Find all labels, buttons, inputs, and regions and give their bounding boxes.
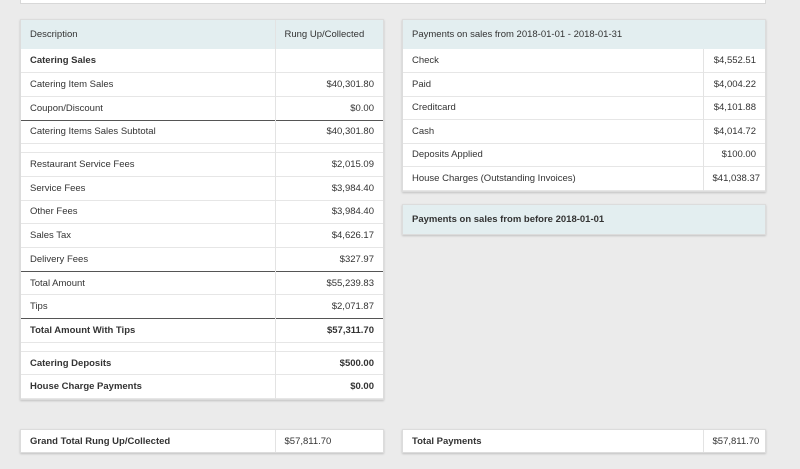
payment-label: Check [412,55,439,66]
grand-total-value: $57,811.70 [274,430,383,452]
payment-row: Paid $4,004.22 [403,72,765,96]
row-label: House Charge Payments [30,381,142,393]
table-row: Sales Tax $4,626.17 [21,223,383,248]
row-label: Catering Items Sales Subtotal [30,126,156,138]
payment-value: $4,101.88 [702,96,765,120]
header-description: Description [30,29,78,40]
payment-value: $4,014.72 [702,119,765,143]
table-header-row: Description Rung Up/Collected [21,20,383,49]
row-value: $4,626.17 [274,223,383,248]
row-value: $327.97 [274,247,383,272]
payment-value: $41,038.37 [702,166,765,190]
row-value: $57,311.70 [274,318,383,343]
payment-value: $100.00 [702,143,765,167]
table-row: House Charge Payments $0.00 [21,374,383,399]
grand-total-panel: Grand Total Rung Up/Collected $57,811.70 [20,429,384,453]
table-row: Restaurant Service Fees $2,015.09 [21,152,383,177]
table-row: Service Fees $3,984.40 [21,176,383,201]
table-row: Catering Items Sales Subtotal $40,301.80 [21,120,383,144]
row-value: $2,071.87 [274,294,383,319]
row-value: $0.00 [274,96,383,121]
row-label: Total Amount [30,277,85,289]
sales-summary-table: Description Rung Up/Collected Catering S… [21,20,383,399]
payment-value: $4,552.51 [702,49,765,73]
row-label: Tips [30,301,48,313]
table-row: Other Fees $3,984.40 [21,200,383,224]
payment-label: Creditcard [412,102,456,114]
payments-before-panel: Payments on sales from before 2018-01-01 [402,204,766,235]
row-label: Restaurant Service Fees [30,159,135,171]
total-payments-value: $57,811.70 [702,430,765,452]
payment-value: $4,004.22 [702,72,765,96]
row-label: Service Fees [30,182,86,194]
row-label: Total Amount With Tips [30,324,136,336]
row-label: Delivery Fees [30,253,89,265]
table-row: Tips $2,071.87 [21,294,383,319]
payments-current-table: Payments on sales from 2018-01-01 - 2018… [403,20,765,191]
payments-current-panel: Payments on sales from 2018-01-01 - 2018… [402,19,766,192]
spacer-cell [21,144,275,153]
row-value: $2,015.09 [274,152,383,177]
payment-row: Creditcard $4,101.88 [403,96,765,120]
row-label: Catering Sales [30,55,96,67]
grand-total-label: Grand Total Rung Up/Collected [30,435,171,447]
payment-row: Cash $4,014.72 [403,119,765,143]
row-value: $55,239.83 [274,271,383,295]
spacer-cell [274,143,383,153]
table-row: Catering Item Sales $40,301.80 [21,72,383,97]
row-value: $3,984.40 [274,176,383,201]
row-value: $40,301.80 [274,120,383,144]
payments-current-title: Payments on sales from 2018-01-01 - 2018… [412,29,623,40]
payments-before-title: Payments on sales from before 2018-01-01 [412,214,605,225]
payment-label: House Charges (Outstanding Invoices) [412,172,576,184]
row-label: Other Fees [30,206,78,218]
row-label: Catering Item Sales [30,79,114,91]
spacer-cell [21,342,275,351]
total-payments-panel: Total Payments $57,811.70 [402,429,766,453]
total-payments-label: Total Payments [412,435,482,447]
row-value: $500.00 [274,351,383,375]
table-row: Total Amount With Tips $57,311.70 [21,318,383,343]
sales-summary-panel: Description Rung Up/Collected Catering S… [20,19,384,401]
table-row: Catering Sales [21,49,383,73]
grand-total-row: Grand Total Rung Up/Collected $57,811.70 [21,430,383,452]
header-rung-up: Rung Up/Collected [274,20,383,49]
payment-row: House Charges (Outstanding Invoices) $41,… [403,166,765,190]
payment-row: Check $4,552.51 [403,49,765,73]
row-value: $40,301.80 [274,72,383,97]
payments-current-header: Payments on sales from 2018-01-01 - 2018… [403,20,765,49]
payment-label: Deposits Applied [412,149,483,161]
row-label: Catering Deposits [30,357,112,369]
payment-label: Cash [412,125,435,137]
row-label: Sales Tax [30,230,72,242]
total-payments-row: Total Payments $57,811.70 [403,430,765,452]
row-value: $0.00 [274,374,383,399]
row-value [274,49,383,73]
spacer-cell [274,342,383,352]
row-value: $3,984.40 [274,200,383,224]
row-label: Coupon/Discount [30,102,103,114]
payment-label: Paid [412,78,432,90]
table-spacer-row [21,143,383,153]
table-row: Delivery Fees $327.97 [21,247,383,272]
table-row: Total Amount $55,239.83 [21,271,383,295]
top-panel-edge [20,0,766,4]
table-row: Catering Deposits $500.00 [21,351,383,375]
table-spacer-row [21,342,383,352]
table-row: Coupon/Discount $0.00 [21,96,383,121]
payment-row: Deposits Applied $100.00 [403,143,765,167]
